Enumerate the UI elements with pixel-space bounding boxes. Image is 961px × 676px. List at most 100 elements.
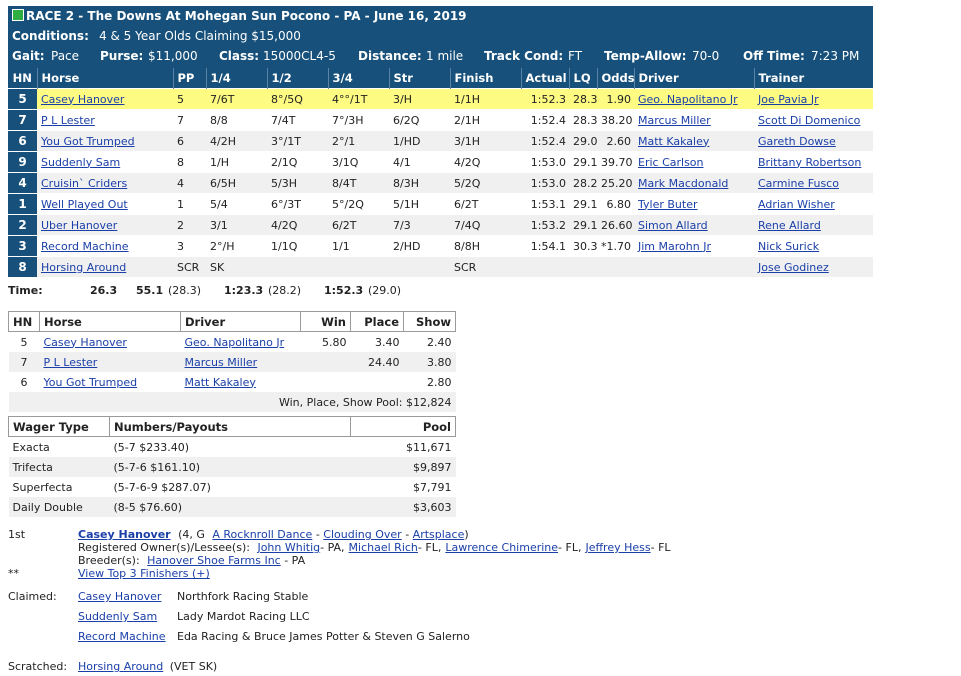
driver-link[interactable]: Mark Macdonald: [638, 177, 728, 190]
trainer-link[interactable]: Gareth Dowse: [758, 135, 836, 148]
wager-col-header: Pool: [350, 416, 456, 437]
trainer-link[interactable]: Carmine Fusco: [758, 177, 839, 190]
claimed-horse-link[interactable]: Suddenly Sam: [78, 610, 157, 623]
trainer-link[interactable]: Brittany Robertson: [758, 156, 861, 169]
wager-row: Superfecta (5-7-6-9 $287.07) $7,791: [9, 477, 456, 497]
wager-row: Trifecta (5-7-6 $161.10) $9,897: [8, 457, 456, 477]
results-cell-odds: 38.20: [597, 109, 634, 131]
claimed-horse-link[interactable]: Casey Hanover: [78, 590, 161, 603]
breeder-link[interactable]: Hanover Shoe Farms Inc: [147, 554, 281, 567]
view-top3-link[interactable]: View Top 3 Finishers (+): [78, 567, 210, 580]
results-cell-q3: 1/1: [328, 235, 389, 257]
results-cell-horse: P L Lester: [37, 109, 173, 131]
results-cell-odds: 6.80: [597, 193, 634, 215]
payout-cell-driver: Marcus Miller: [180, 352, 301, 372]
sire-link[interactable]: A Rocknroll Dance: [212, 528, 312, 541]
horse-link[interactable]: Suddenly Sam: [41, 156, 120, 169]
driver-link[interactable]: Marcus Miller: [638, 114, 711, 127]
results-cell-driver: [634, 256, 754, 277]
results-cell-driver: Eric Carlson: [634, 151, 754, 173]
results-cell-odds: 2.60: [597, 130, 634, 152]
breeder-label: Breeder(s):: [78, 554, 140, 567]
wager-pool: $9,897: [350, 457, 456, 477]
driver-link[interactable]: Geo. Napolitano Jr: [185, 336, 285, 349]
damsire-link[interactable]: Artsplace: [413, 528, 465, 541]
owner-link[interactable]: Lawrence Chimerine: [445, 541, 558, 554]
results-cell-horse: You Got Trumped: [37, 130, 173, 152]
wager-table: Wager Type Numbers/Payouts Pool Exacta (5-7…: [8, 416, 456, 517]
results-cell-odds: [597, 256, 634, 277]
horse-link[interactable]: You Got Trumped: [41, 135, 135, 148]
trainer-link[interactable]: Nick Surick: [758, 240, 819, 253]
driver-link[interactable]: Marcus Miller: [185, 356, 258, 369]
results-cell-hn: 2: [8, 214, 37, 236]
owner-location: - FL,: [558, 541, 582, 554]
owner-link[interactable]: John Whitig: [257, 541, 320, 554]
trainer-link[interactable]: Joe Pavia Jr: [758, 93, 819, 106]
results-cell-odds: 26.60: [597, 214, 634, 236]
results-row: 7P L Lester 7 8/8 7/4T 7°/3H 6/2Q 2/1H 1:52.4 28…: [8, 109, 873, 131]
results-cell-lq: [569, 256, 597, 277]
horse-link[interactable]: You Got Trumped: [44, 376, 138, 389]
results-cell-horse: Casey Hanover: [37, 88, 173, 110]
results-cell-actual: 1:53.2: [521, 214, 569, 236]
horse-link[interactable]: Cruisin` Criders: [41, 177, 127, 190]
payout-col-header: Show: [403, 311, 456, 332]
race-details-row: Gait: Pace Purse: $11,000 Class: 15000CL…: [12, 49, 872, 67]
owner-label: Registered Owner(s)/Lessee(s):: [78, 541, 250, 554]
winner-horse-link[interactable]: Casey Hanover: [78, 528, 171, 541]
owner-link[interactable]: Michael Rich: [349, 541, 418, 554]
distance-value: 1 mile: [426, 49, 464, 63]
driver-link[interactable]: Geo. Napolitano Jr: [638, 93, 738, 106]
horse-link[interactable]: Uber Hanover: [41, 219, 117, 232]
results-cell-q3: 4°°/1T: [328, 88, 389, 110]
horse-link[interactable]: Well Played Out: [41, 198, 128, 211]
trainer-link[interactable]: Adrian Wisher: [758, 198, 835, 211]
time-half-split: (28.3): [168, 284, 202, 297]
owner-link[interactable]: Jeffrey Hess: [585, 541, 650, 554]
scratched-horse-link[interactable]: Horsing Around: [78, 660, 163, 673]
results-cell-str: 5/1H: [389, 193, 450, 215]
results-cell-trainer: Rene Allard: [754, 214, 873, 236]
payout-cell-hn: 6: [20, 375, 28, 389]
trainer-link[interactable]: Scott Di Domenico: [758, 114, 860, 127]
dam-link[interactable]: Clouding Over: [323, 528, 401, 541]
trainer-link[interactable]: Jose Godinez: [758, 261, 829, 274]
horse-link[interactable]: Record Machine: [41, 240, 129, 253]
driver-link[interactable]: Eric Carlson: [638, 156, 704, 169]
payout-col-header: HN: [8, 311, 40, 332]
horse-link[interactable]: P L Lester: [44, 356, 98, 369]
results-col-header: 3/4: [327, 68, 389, 89]
temp-allow-value: 70-0: [692, 49, 720, 63]
time-final-split: (29.0): [368, 284, 402, 297]
wager-type: Trifecta: [8, 457, 110, 477]
trainer-link[interactable]: Rene Allard: [758, 219, 821, 232]
track-cond-value: FT: [568, 49, 583, 63]
results-cell-q3: 6/2T: [328, 214, 389, 236]
payout-pool: Win, Place, Show Pool: $12,824: [8, 392, 456, 412]
wager-body: Exacta (5-7 $233.40) $11,671 Trifecta (5-7-6…: [8, 437, 456, 517]
time-row: Time: 26.3 55.1 (28.3) 1:23.3 (28.2) 1:5…: [8, 284, 508, 298]
horse-link[interactable]: Casey Hanover: [41, 93, 124, 106]
results-cell-trainer: Gareth Dowse: [754, 130, 873, 152]
horse-link[interactable]: Horsing Around: [41, 261, 126, 274]
driver-link[interactable]: Matt Kakaley: [185, 376, 256, 389]
driver-link[interactable]: Jim Marohn Jr: [638, 240, 711, 253]
driver-link[interactable]: Matt Kakaley: [638, 135, 709, 148]
claimed-horse-link[interactable]: Record Machine: [78, 630, 166, 643]
results-cell-driver: Matt Kakaley: [634, 130, 754, 152]
results-row: 5 Casey Hanover 5 7/6T 8°/5Q 4°°/1T 3/H 1/1H 1:5…: [8, 88, 873, 110]
stars-marker: **: [8, 567, 19, 580]
results-cell-fin: 3/1H: [450, 130, 521, 152]
horse-link[interactable]: Casey Hanover: [44, 336, 127, 349]
results-cell-str: [389, 256, 450, 277]
horse-link[interactable]: P L Lester: [41, 114, 95, 127]
results-cell-q3: [328, 256, 389, 277]
time-quarter: 26.3: [90, 284, 118, 297]
wager-numbers: (5-7-6 $161.10): [109, 457, 351, 477]
driver-link[interactable]: Simon Allard: [638, 219, 708, 232]
results-cell-str: 7/3: [389, 214, 450, 236]
driver-link[interactable]: Tyler Buter: [638, 198, 697, 211]
results-cell-q1: 5/4: [206, 193, 267, 215]
payout-body: 5 Casey Hanover Geo. Napolitano Jr 5.80 3.40…: [8, 332, 456, 412]
